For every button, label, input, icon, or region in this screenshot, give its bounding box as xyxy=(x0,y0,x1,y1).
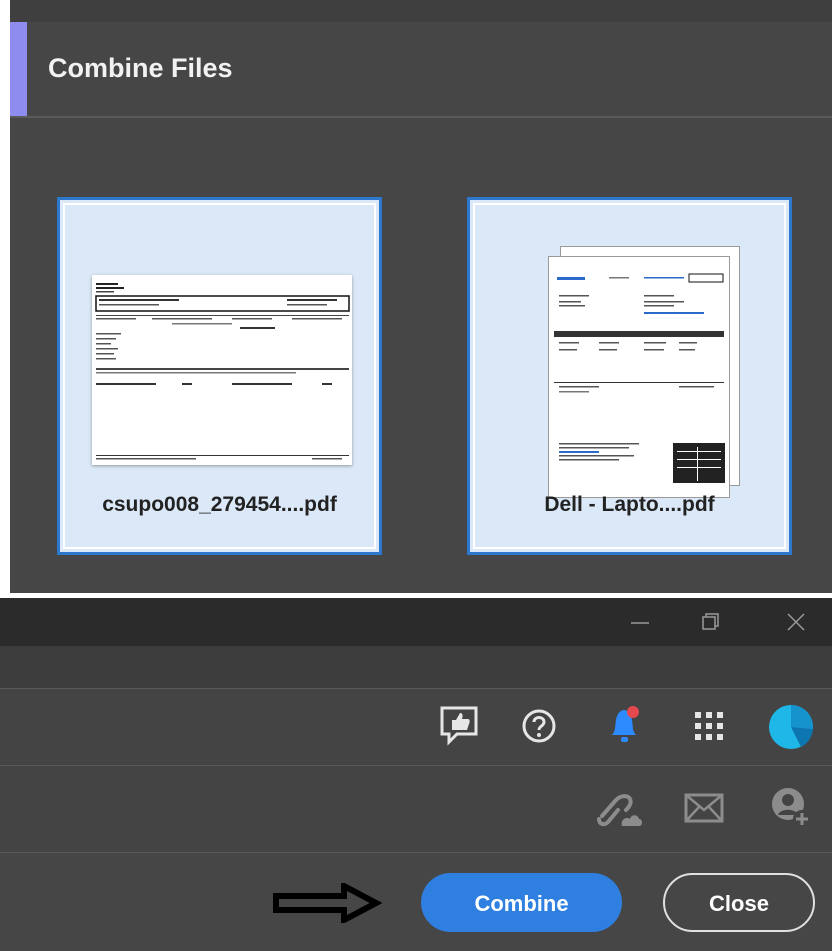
combine-files-panel: Combine Files csupo008_279454....pdf Del… xyxy=(10,0,832,593)
help-icon[interactable] xyxy=(521,708,557,744)
dialog-footer: Combine Close xyxy=(0,853,832,951)
panel-title: Combine Files xyxy=(48,53,233,83)
top-toolbar xyxy=(0,689,832,766)
email-icon[interactable] xyxy=(684,792,724,824)
window-titlebar xyxy=(0,598,832,646)
share-link-icon[interactable] xyxy=(594,786,644,834)
minimize-icon[interactable] xyxy=(620,606,660,638)
header-accent-bar xyxy=(10,22,27,116)
file-name-label: csupo008_279454....pdf xyxy=(102,493,337,516)
close-window-icon[interactable] xyxy=(776,606,816,638)
share-toolbar xyxy=(0,766,832,853)
page-front xyxy=(548,256,730,498)
panel-header: Combine Files xyxy=(10,22,832,118)
pdf-thumbnail-stack xyxy=(548,246,740,498)
notification-bell-icon[interactable] xyxy=(604,703,644,747)
file-name-label: Dell - Lapto....pdf xyxy=(544,493,715,516)
account-avatar-icon[interactable] xyxy=(767,703,815,751)
file-card-2[interactable]: Dell - Lapto....pdf xyxy=(467,197,792,555)
combine-button[interactable]: Combine xyxy=(421,873,622,932)
pdf-thumbnail-landscape xyxy=(92,275,352,465)
panel-top-edge xyxy=(10,0,832,22)
menu-strip xyxy=(0,646,832,689)
acrobat-window: Combine Close xyxy=(0,598,832,951)
apps-grid-icon[interactable] xyxy=(692,709,726,743)
arrow-right-icon xyxy=(273,883,382,923)
invoice-preview-icon xyxy=(554,273,725,483)
feedback-icon[interactable] xyxy=(439,705,479,747)
file-card-1[interactable]: csupo008_279454....pdf xyxy=(57,197,382,555)
document-preview-icon xyxy=(95,283,350,460)
restore-icon[interactable] xyxy=(690,606,730,638)
add-user-icon[interactable] xyxy=(770,784,814,832)
close-button[interactable]: Close xyxy=(663,873,815,932)
